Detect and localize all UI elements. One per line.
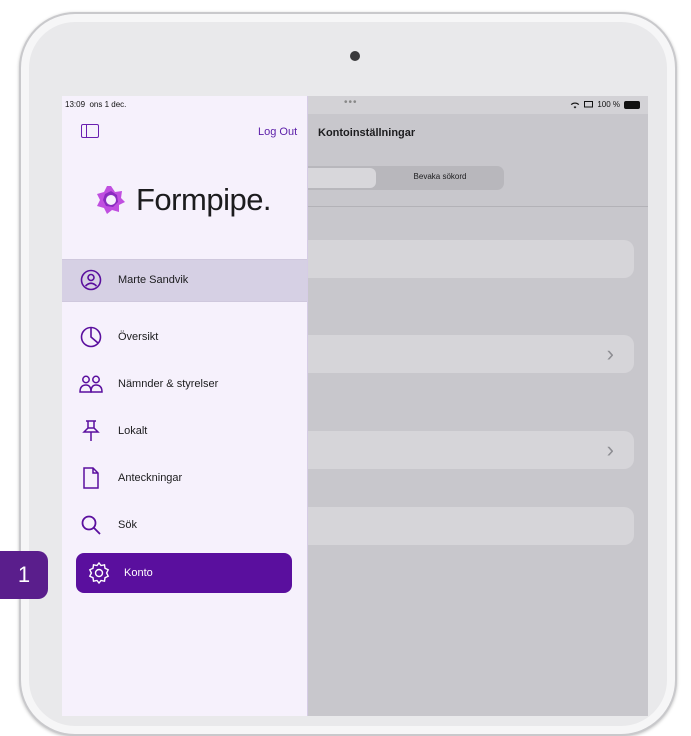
sidebar-item-sok[interactable]: Sök: [78, 507, 137, 543]
chart-pie-icon: [78, 324, 104, 350]
formpipe-logo-mark: [97, 186, 125, 214]
user-profile-row[interactable]: Marte Sandvik: [62, 259, 307, 302]
logout-button[interactable]: Log Out: [258, 126, 297, 138]
settings-row-3[interactable]: ›: [292, 431, 634, 469]
chevron-right-icon: ›: [606, 341, 614, 366]
sidebar-item-anteckningar[interactable]: Anteckningar: [78, 460, 182, 496]
document-icon: [78, 465, 104, 491]
pin-icon: [78, 418, 104, 444]
user-item[interactable]: Marte Sandvik: [78, 262, 188, 298]
user-name: Marte Sandvik: [118, 274, 189, 286]
sidebar: 13:09 ons 1 dec. Log Out Formpipe. Marte…: [62, 96, 308, 716]
settings-row-4[interactable]: [292, 507, 634, 545]
sidebar-item-lokalt[interactable]: Lokalt: [78, 413, 147, 449]
step-badge: 1: [0, 551, 48, 599]
multitasking-dots: •••: [344, 97, 358, 108]
gear-icon: [86, 560, 112, 586]
sidebar-item-label: Sök: [118, 519, 137, 531]
wifi-icon: [571, 102, 580, 108]
status-indicators: 100 %: [570, 100, 640, 109]
people-icon: [78, 371, 104, 397]
battery-percent: 100 %: [597, 100, 620, 109]
sidebar-item-label: Anteckningar: [118, 472, 183, 484]
battery-icon: [624, 100, 640, 109]
sidebar-item-label: Nämnder & styrelser: [118, 378, 219, 390]
settings-row-2[interactable]: m ›: [280, 335, 634, 373]
status-time: 13:09 ons 1 dec.: [65, 100, 127, 109]
sidebar-toggle-icon[interactable]: [81, 124, 99, 138]
sidebar-item-konto[interactable]: Konto: [76, 553, 292, 593]
sidebar-item-namnder[interactable]: Nämnder & styrelser: [78, 366, 218, 402]
page-title: Kontoinställningar: [318, 127, 416, 139]
settings-row-1[interactable]: [292, 240, 634, 278]
search-icon: [78, 512, 104, 538]
screen: ••• 100 % Kontoinställningar Bevaka söko…: [62, 96, 648, 716]
segment-bevaka-sokord[interactable]: Bevaka sökord: [380, 172, 500, 181]
formpipe-logo: Formpipe.: [96, 182, 272, 218]
front-camera: [350, 51, 360, 61]
sidebar-item-label: Översikt: [118, 331, 159, 343]
sidebar-item-label: Konto: [124, 567, 153, 579]
sidebar-item-oversikt[interactable]: Översikt: [78, 319, 158, 355]
status-bar-left: 13:09 ons 1 dec.: [62, 96, 307, 114]
user-avatar-icon: [78, 267, 104, 293]
sidebar-item-label: Lokalt: [118, 425, 148, 437]
chevron-right-icon: ›: [606, 437, 614, 462]
screen-mirror-icon: [584, 100, 594, 107]
logo-text: Formpipe.: [136, 182, 272, 217]
